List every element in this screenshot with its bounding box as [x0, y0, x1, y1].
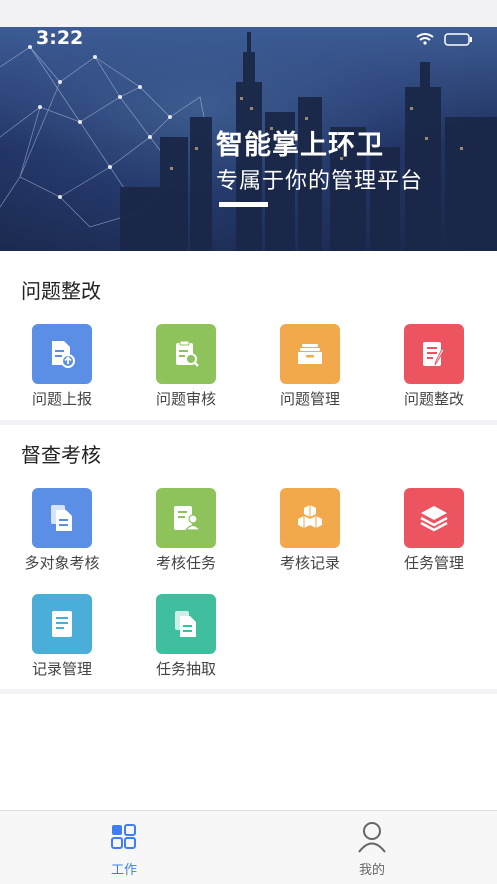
cubes-icon — [280, 488, 340, 548]
banner: 3:22 智能掌上环卫 专属于你的管理平台 — [0, 27, 497, 251]
status-indicators — [415, 31, 475, 50]
person-icon — [358, 822, 386, 853]
copy-file-icon — [156, 594, 216, 654]
tile-problem-rectify[interactable]: 问题整改 — [384, 324, 484, 424]
tile-label: 问题管理 — [279, 390, 340, 408]
tile-label: 考核任务 — [155, 554, 216, 572]
tile-label: 任务管理 — [403, 554, 464, 572]
clipboard-search-icon — [156, 324, 216, 384]
tile-label: 考核记录 — [279, 554, 340, 572]
section-title: 督查考核 — [21, 443, 101, 467]
tile-problem-management[interactable]: 问题管理 — [260, 324, 360, 424]
tile-task-management[interactable]: 任务管理 — [384, 488, 484, 588]
grid-icon — [111, 824, 136, 849]
tile-label: 记录管理 — [31, 660, 92, 678]
tile-problem-review[interactable]: 问题审核 — [136, 324, 236, 424]
tile-assessment-records[interactable]: 考核记录 — [260, 488, 360, 588]
section-title: 问题整改 — [21, 279, 101, 303]
tile-label: 多对象考核 — [24, 554, 100, 572]
tab-mine[interactable]: 我的 — [312, 811, 432, 884]
wifi-icon — [416, 33, 434, 45]
tab-work[interactable]: 工作 — [64, 811, 184, 884]
section-divider — [0, 689, 497, 694]
tile-label: 任务抽取 — [155, 660, 216, 678]
tile-label: 问题审核 — [155, 390, 216, 408]
banner-title: 智能掌上环卫 — [216, 130, 384, 161]
tile-label: 问题整改 — [403, 390, 464, 408]
tile-record-management[interactable]: 记录管理 — [12, 594, 112, 694]
section-supervision-assessment: 督查考核 多对象考核 考核任务 考核记录 任务管理 记录管理 任务抽取 — [0, 425, 497, 689]
user-document-icon — [156, 488, 216, 548]
tab-label: 工作 — [110, 863, 137, 878]
document-upload-icon — [32, 324, 92, 384]
inbox-tray-icon — [280, 324, 340, 384]
status-strip — [0, 0, 497, 27]
section-problem-rectification: 问题整改 问题上报 问题审核 问题管理 问题整改 — [0, 251, 497, 420]
copy-document-icon — [32, 488, 92, 548]
tab-bar: 工作 我的 — [0, 810, 497, 884]
banner-subtitle: 专属于你的管理平台 — [216, 169, 424, 194]
status-time: 3:22 — [36, 27, 84, 49]
tile-label: 问题上报 — [31, 390, 92, 408]
edit-document-icon — [404, 324, 464, 384]
tile-multi-object-assessment[interactable]: 多对象考核 — [12, 488, 112, 588]
tile-assessment-tasks[interactable]: 考核任务 — [136, 488, 236, 588]
banner-underline — [219, 202, 268, 207]
tile-task-extraction[interactable]: 任务抽取 — [136, 594, 236, 694]
tab-label: 我的 — [358, 863, 385, 878]
layers-icon — [404, 488, 464, 548]
notepad-icon — [32, 594, 92, 654]
tile-problem-report[interactable]: 问题上报 — [12, 324, 112, 424]
battery-icon — [444, 33, 472, 46]
